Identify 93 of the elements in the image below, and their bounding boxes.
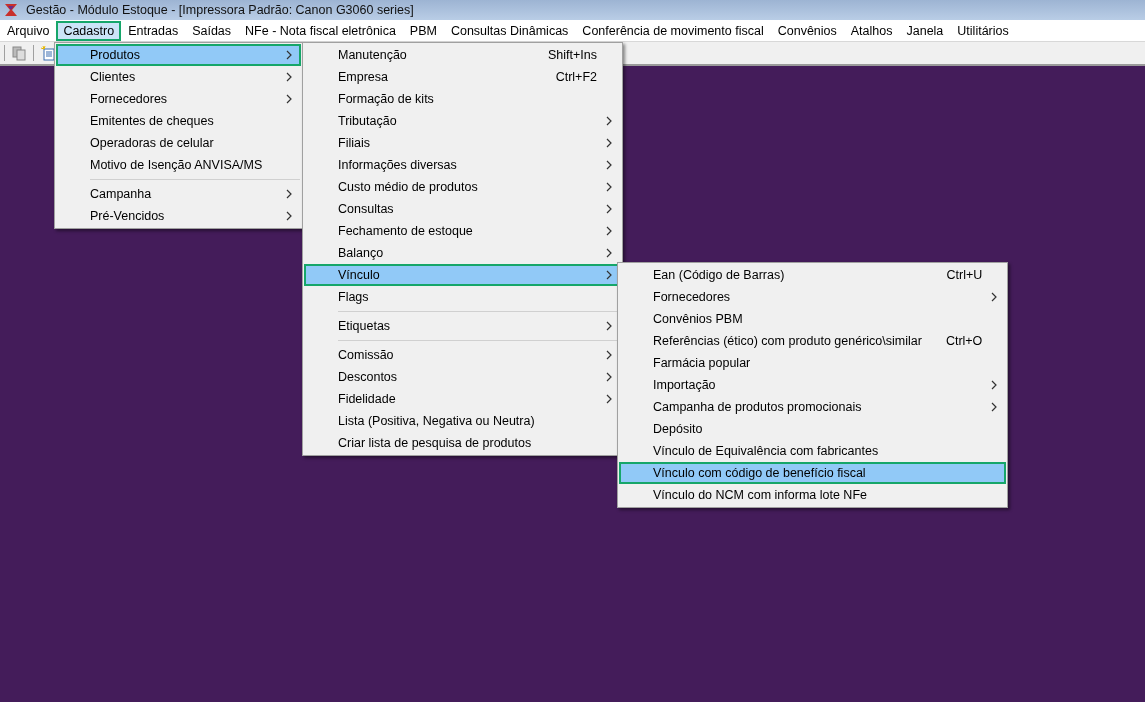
- menu-item-label: Consultas: [338, 202, 395, 216]
- menu-item[interactable]: Importação: [619, 374, 1007, 396]
- menu-item-label: Fornecedores: [653, 290, 732, 304]
- menu-bar-item[interactable]: Convênios: [770, 20, 844, 41]
- menu-item[interactable]: Campanha de produtos promocionais: [619, 396, 1007, 418]
- menu-item[interactable]: Etiquetas: [304, 315, 621, 337]
- menu-item-label: Emitentes de cheques: [90, 114, 215, 128]
- menu-item[interactable]: Empresa Ctrl+F2: [304, 66, 621, 88]
- shortcut-label: Ctrl+F2: [555, 70, 597, 84]
- menu-item-label: Vínculo com código de benefício fiscal: [653, 466, 867, 480]
- shortcut-label: Shift+Ins: [548, 48, 597, 62]
- menu-item-label: Importação: [653, 378, 717, 392]
- menu-item[interactable]: Ean (Código de Barras) Ctrl+U: [619, 264, 1007, 286]
- menu-item[interactable]: Fornecedores: [56, 88, 301, 110]
- menu-item-label: Pré-Vencidos: [90, 209, 166, 223]
- menu-item-label: Tributação: [338, 114, 398, 128]
- menu-item[interactable]: Informações diversas: [304, 154, 621, 176]
- menu-item-label: Empresa: [338, 70, 390, 84]
- menu-bar-item[interactable]: Entradas: [121, 20, 186, 41]
- menu-item-label: Manutenção: [338, 48, 408, 62]
- menu-item-label: Fechamento de estoque: [338, 224, 474, 238]
- menu-item-label: Campanha de produtos promocionais: [653, 400, 863, 414]
- menu-item[interactable]: Pré-Vencidos: [56, 205, 301, 227]
- menu-item[interactable]: Formação de kits: [304, 88, 621, 110]
- menu-item-label: Ean (Código de Barras): [653, 268, 786, 282]
- menu-item-label: Fornecedores: [90, 92, 169, 106]
- menu-item[interactable]: Clientes: [56, 66, 301, 88]
- menu-item-label: Balanço: [338, 246, 385, 260]
- menu-item[interactable]: Filiais: [304, 132, 621, 154]
- menu-bar-item[interactable]: Arquivo: [0, 20, 57, 41]
- menu-item[interactable]: Operadoras de celular: [56, 132, 301, 154]
- menu-item-label: Produtos: [90, 48, 142, 62]
- shortcut-label: Ctrl+O: [945, 334, 983, 348]
- menu-bar-item[interactable]: PBM: [402, 20, 444, 41]
- app-logo-icon: [4, 3, 18, 17]
- menu-item[interactable]: Criar lista de pesquisa de produtos: [304, 432, 621, 454]
- menu-item-label: Vínculo de Equivalência com fabricantes: [653, 444, 880, 458]
- shortcut-label: Ctrl+U: [946, 268, 983, 282]
- menu-item-label: Formação de kits: [338, 92, 435, 106]
- menu-item-label: Depósito: [653, 422, 704, 436]
- menu-item[interactable]: Descontos: [304, 366, 621, 388]
- menu-bar-item[interactable]: Saídas: [185, 20, 239, 41]
- menu-bar-item[interactable]: Atalhos: [843, 20, 900, 41]
- menu-item-label: Criar lista de pesquisa de produtos: [338, 436, 533, 450]
- menu-item[interactable]: Farmácia popular: [619, 352, 1007, 374]
- menu-item[interactable]: Convênios PBM: [619, 308, 1007, 330]
- menu-item-label: Comissão: [338, 348, 395, 362]
- menu-item-label: Clientes: [90, 70, 137, 84]
- menu-item[interactable]: Balanço: [304, 242, 621, 264]
- menu-item[interactable]: Fidelidade: [304, 388, 621, 410]
- menu-bar-item[interactable]: Conferência de movimento fiscal: [575, 20, 771, 41]
- menu-item-label: Campanha: [90, 187, 153, 201]
- menu-item[interactable]: Produtos: [56, 44, 301, 66]
- menu-item-label: Etiquetas: [338, 319, 392, 333]
- menu-item-label: Vínculo: [338, 268, 381, 282]
- menu-item-label: Fidelidade: [338, 392, 397, 406]
- menu-item[interactable]: Emitentes de cheques: [56, 110, 301, 132]
- menu-item-label: Motivo de Isenção ANVISA/MS: [90, 158, 264, 172]
- menu-item[interactable]: Tributação: [304, 110, 621, 132]
- menu-item-label: Informações diversas: [338, 158, 458, 172]
- menu-item-label: Referências (ético) com produto genérico\similar: [653, 334, 922, 348]
- menu-item[interactable]: Custo médio de produtos: [304, 176, 621, 198]
- menu-item-label: Farmácia popular: [653, 356, 752, 370]
- menu-bar-item[interactable]: NFe - Nota fiscal eletrônica: [238, 20, 403, 41]
- menu-bar-item[interactable]: Cadastro: [56, 20, 122, 41]
- new-document-icon[interactable]: [40, 45, 56, 61]
- menu-item[interactable]: Vínculo do NCM com informa lote NFe: [619, 484, 1007, 506]
- menu-item-label: Filiais: [338, 136, 371, 150]
- menu-bar-item[interactable]: Utilitários: [950, 20, 1016, 41]
- menu-item[interactable]: Fornecedores: [619, 286, 1007, 308]
- menu-item[interactable]: Referências (ético) com produto genérico\similar Ctrl+O: [619, 330, 1007, 352]
- menu-item-label: Vínculo do NCM com informa lote NFe: [653, 488, 868, 502]
- copy-icon[interactable]: [11, 45, 27, 61]
- menu-item[interactable]: Depósito: [619, 418, 1007, 440]
- menu-item[interactable]: Comissão: [304, 344, 621, 366]
- menu-item-label: Lista (Positiva, Negativa ou Neutra): [338, 414, 536, 428]
- menu-item-label: Custo médio de produtos: [338, 180, 479, 194]
- menu-item[interactable]: Consultas: [304, 198, 621, 220]
- window-title: Gestão - Módulo Estoque - [Impressora Padrão: Canon G3060 series]: [26, 3, 414, 17]
- menu-item[interactable]: Campanha: [56, 183, 301, 205]
- menu-item[interactable]: Motivo de Isenção ANVISA/MS: [56, 154, 301, 176]
- menu-item[interactable]: Vínculo com código de benefício fiscal: [619, 462, 1007, 484]
- menu-item[interactable]: Manutenção Shift+Ins: [304, 44, 621, 66]
- menu-item[interactable]: Vínculo de Equivalência com fabricantes: [619, 440, 1007, 462]
- menu-item-label: Flags: [338, 290, 370, 304]
- menu-bar-item[interactable]: Consultas Dinâmicas: [443, 20, 576, 41]
- menu-item-label: Operadoras de celular: [90, 136, 215, 150]
- menu-item[interactable]: Fechamento de estoque: [304, 220, 621, 242]
- menu-item[interactable]: Lista (Positiva, Negativa ou Neutra): [304, 410, 621, 432]
- menu-item[interactable]: Flags: [304, 286, 621, 308]
- menu-item-label: Convênios PBM: [653, 312, 744, 326]
- menu-bar-item[interactable]: Janela: [899, 20, 951, 41]
- menu-item-label: Descontos: [338, 370, 399, 384]
